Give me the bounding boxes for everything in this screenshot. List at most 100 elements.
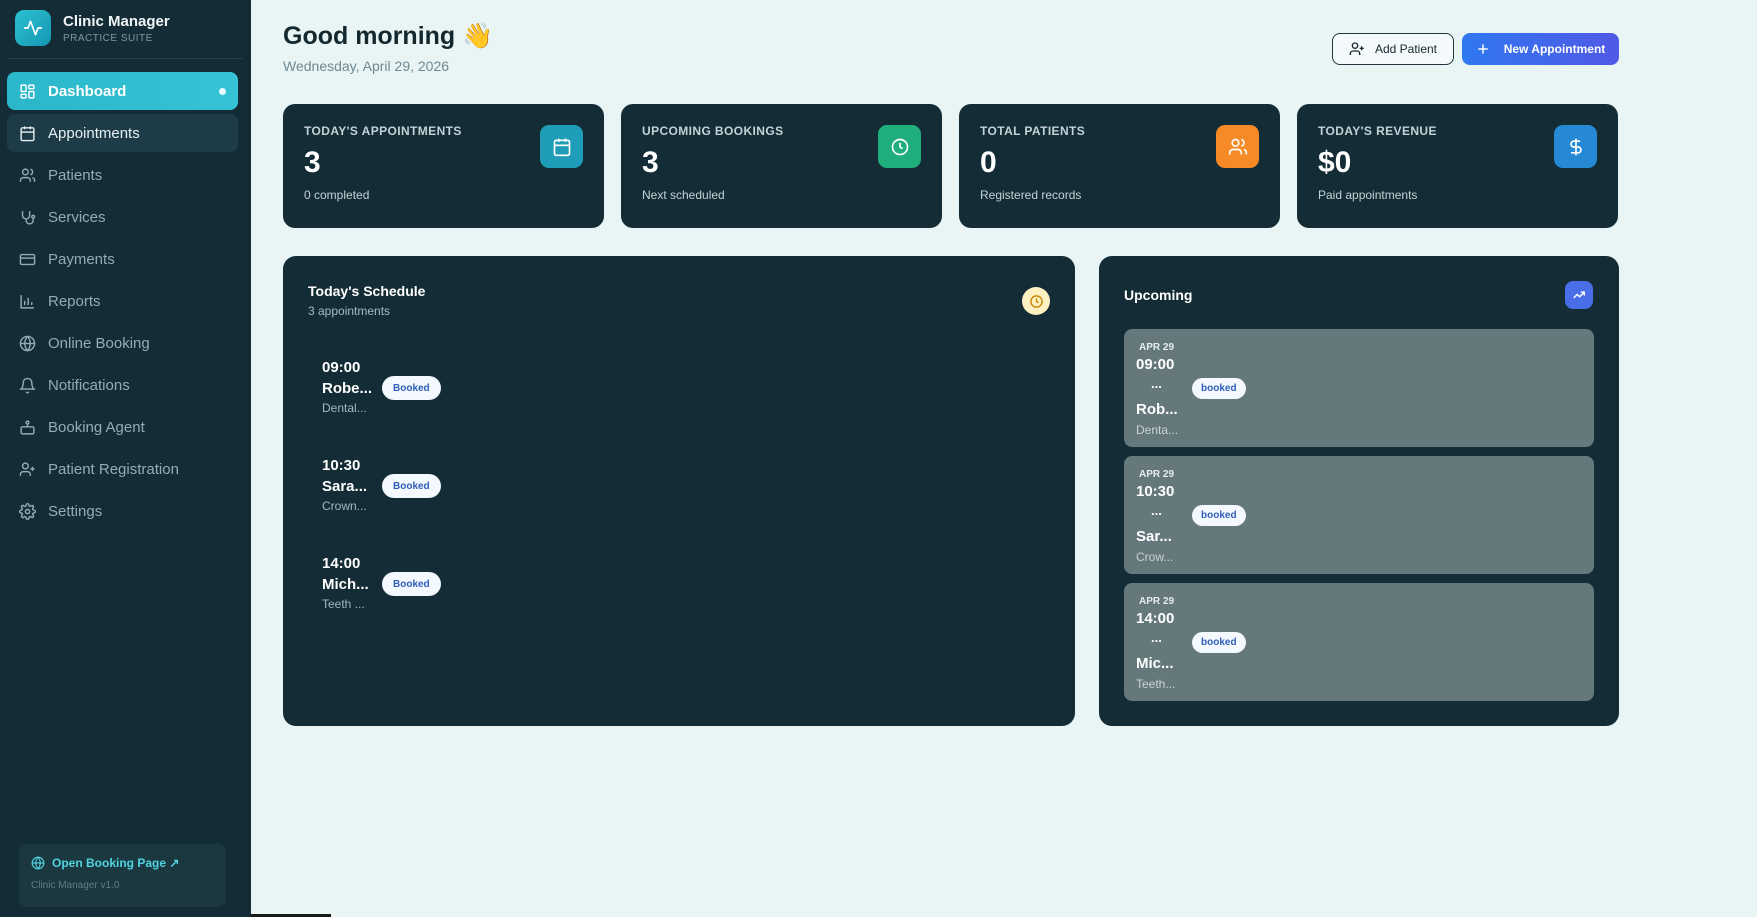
appointment-time: 09:00 bbox=[1136, 356, 1175, 373]
service-name: Denta... bbox=[1136, 423, 1179, 437]
users-icon bbox=[1216, 125, 1259, 168]
sidebar-item-online-booking[interactable]: Online Booking bbox=[7, 324, 238, 362]
gear-icon bbox=[19, 502, 36, 520]
sidebar-item-label: Patient Registration bbox=[48, 460, 179, 478]
dashboard-icon bbox=[20, 83, 35, 99]
sidebar-item-label: Services bbox=[48, 208, 106, 226]
panel-subtitle: 3 appointments bbox=[308, 304, 391, 318]
new-appointment-label: New Appointment bbox=[1503, 42, 1606, 56]
sidebar: Clinic Manager PRACTICE SUITE Dashboard … bbox=[0, 0, 251, 917]
stat-card-todays-appointments: TODAY'S APPOINTMENTS 3 0 completed bbox=[283, 104, 604, 228]
appointment-item[interactable]: 09:00 Robe... Dental... Booked bbox=[322, 359, 522, 419]
sidebar-item-dashboard[interactable]: Dashboard bbox=[7, 72, 238, 110]
sidebar-item-label: Patients bbox=[48, 166, 103, 184]
panel-title: Upcoming bbox=[1124, 287, 1193, 303]
clock-icon bbox=[1022, 287, 1050, 315]
calendar-icon bbox=[540, 125, 583, 168]
sidebar-item-patient-registration[interactable]: Patient Registration bbox=[7, 450, 238, 488]
appointment-item[interactable]: 14:00 Mich... Teeth ... Booked bbox=[322, 555, 522, 615]
dollar-icon bbox=[1554, 125, 1597, 168]
sidebar-item-payments[interactable]: Payments bbox=[7, 240, 238, 278]
app-version: Clinic Manager v1.0 bbox=[31, 880, 120, 891]
add-patient-button[interactable]: Add Patient bbox=[1332, 33, 1454, 65]
users-icon bbox=[19, 167, 36, 182]
sidebar-item-label: Reports bbox=[48, 292, 101, 310]
service-name: Teeth ... bbox=[322, 597, 365, 611]
booking-link-label: Open Booking Page ↗ bbox=[52, 856, 180, 870]
appointment-time: 14:00 bbox=[322, 555, 361, 572]
appointment-time: 10:30 bbox=[322, 457, 361, 474]
status-badge: booked bbox=[1192, 505, 1246, 526]
globe-icon bbox=[31, 856, 45, 870]
bar-chart-icon bbox=[20, 294, 34, 309]
credit-card-icon bbox=[19, 253, 36, 265]
truncation-ellipsis: ... bbox=[1151, 503, 1162, 518]
sidebar-item-settings[interactable]: Settings bbox=[7, 492, 238, 530]
service-name: Dental... bbox=[322, 401, 367, 415]
globe-icon bbox=[19, 334, 36, 352]
appointment-date: APR 29 bbox=[1139, 342, 1175, 353]
stat-card-upcoming-bookings: UPCOMING BOOKINGS 3 Next scheduled bbox=[621, 104, 942, 228]
clock-icon bbox=[878, 125, 921, 168]
patient-name: Robe... bbox=[322, 380, 373, 397]
patient-name: Mic... bbox=[1136, 655, 1174, 672]
appointment-time: 09:00 bbox=[322, 359, 361, 376]
status-badge: Booked bbox=[382, 474, 441, 498]
open-booking-page-link[interactable]: Open Booking Page ↗ bbox=[31, 856, 214, 870]
patient-name: Mich... bbox=[322, 576, 369, 593]
upcoming-panel: Upcoming APR 29 09:00 ... Rob... Denta..… bbox=[1099, 256, 1619, 726]
stat-subtext: Registered records bbox=[980, 188, 1082, 202]
status-badge: booked bbox=[1192, 378, 1246, 399]
divider bbox=[8, 58, 243, 59]
panel-title: Today's Schedule bbox=[308, 283, 426, 299]
stat-subtext: Paid appointments bbox=[1318, 188, 1418, 202]
sidebar-item-reports[interactable]: Reports bbox=[7, 282, 238, 320]
truncation-ellipsis: ... bbox=[1151, 376, 1162, 391]
active-dot bbox=[219, 88, 226, 95]
calendar-icon bbox=[20, 125, 35, 141]
trending-up-icon bbox=[1565, 281, 1593, 309]
add-patient-label: Add Patient bbox=[1374, 42, 1438, 56]
status-badge: booked bbox=[1192, 632, 1246, 653]
plus-icon bbox=[1478, 44, 1488, 54]
upcoming-item[interactable]: APR 29 14:00 ... Mic... Teeth... booked bbox=[1124, 583, 1594, 701]
sidebar-item-label: Booking Agent bbox=[48, 418, 145, 436]
brand-name: Clinic Manager bbox=[63, 12, 170, 30]
truncation-ellipsis: ... bbox=[1151, 630, 1162, 645]
sidebar-item-booking-agent[interactable]: Booking Agent bbox=[7, 408, 238, 446]
sidebar-item-label: Settings bbox=[48, 502, 103, 520]
service-name: Crown... bbox=[322, 499, 367, 513]
sidebar-item-services[interactable]: Services bbox=[7, 198, 238, 236]
bot-icon bbox=[20, 419, 35, 435]
stat-card-todays-revenue: TODAY'S REVENUE $0 Paid appointments bbox=[1297, 104, 1618, 228]
sidebar-item-notifications[interactable]: Notifications bbox=[7, 366, 238, 404]
page-title: Good morning 👋 bbox=[283, 22, 494, 50]
sidebar-item-label: Appointments bbox=[48, 124, 140, 142]
stat-subtext: 0 completed bbox=[304, 188, 370, 202]
sidebar-item-label: Dashboard bbox=[48, 82, 127, 100]
sidebar-item-label: Online Booking bbox=[48, 334, 150, 352]
patient-name: Sar... bbox=[1136, 528, 1172, 545]
appointment-time: 14:00 bbox=[1136, 610, 1175, 627]
upcoming-item[interactable]: APR 29 09:00 ... Rob... Denta... booked bbox=[1124, 329, 1594, 447]
pulse-icon bbox=[15, 10, 51, 46]
appointment-date: APR 29 bbox=[1139, 596, 1175, 607]
stat-subtext: Next scheduled bbox=[642, 188, 725, 202]
brand[interactable]: Clinic Manager PRACTICE SUITE bbox=[15, 10, 170, 46]
brand-subtitle: PRACTICE SUITE bbox=[63, 32, 153, 44]
sidebar-item-patients[interactable]: Patients bbox=[7, 156, 238, 194]
patient-name: Rob... bbox=[1136, 401, 1178, 418]
sidebar-nav: Dashboard Appointments Patients Services… bbox=[7, 72, 238, 534]
sidebar-item-appointments[interactable]: Appointments bbox=[7, 114, 238, 152]
stat-card-total-patients: TOTAL PATIENTS 0 Registered records bbox=[959, 104, 1280, 228]
bell-icon bbox=[19, 377, 36, 393]
sidebar-item-label: Payments bbox=[48, 250, 115, 268]
patient-name: Sara... bbox=[322, 478, 368, 495]
appointment-item[interactable]: 10:30 Sara... Crown... Booked bbox=[322, 457, 522, 517]
new-appointment-button[interactable]: New Appointment bbox=[1462, 33, 1619, 65]
upcoming-item[interactable]: APR 29 10:30 ... Sar... Crow... booked bbox=[1124, 456, 1594, 574]
sidebar-footer: Open Booking Page ↗ Clinic Manager v1.0 bbox=[19, 844, 226, 907]
appointment-date: APR 29 bbox=[1139, 469, 1175, 480]
appointment-time: 10:30 bbox=[1136, 483, 1175, 500]
current-date: Wednesday, April 29, 2026 bbox=[283, 58, 450, 74]
